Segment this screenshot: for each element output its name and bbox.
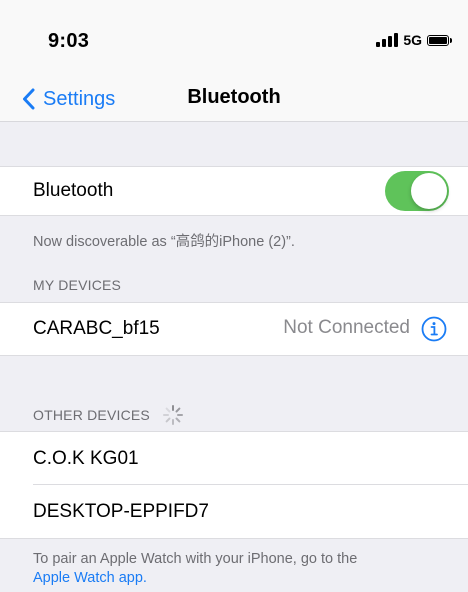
back-button[interactable]: Settings [22, 84, 115, 114]
other-devices-header: OTHER DEVICES [33, 404, 184, 426]
my-devices-header-label: MY DEVICES [33, 277, 122, 293]
device-row[interactable]: CARABC_bf15 Not Connected [0, 303, 468, 355]
loading-spinner-icon [162, 405, 183, 425]
device-name: CARABC_bf15 [33, 318, 160, 339]
network-label: 5G [403, 32, 422, 48]
device-name: DESKTOP-EPPIFD7 [33, 500, 209, 522]
apple-watch-footer: To pair an Apple Watch with your iPhone,… [33, 550, 357, 588]
info-icon[interactable] [421, 316, 447, 342]
other-devices-header-label: OTHER DEVICES [33, 407, 150, 423]
toggle-knob [411, 173, 447, 209]
battery-icon [427, 34, 452, 46]
device-row[interactable]: C.O.K KG01 [0, 432, 468, 485]
chevron-left-icon [23, 88, 35, 110]
apple-watch-link[interactable]: Apple Watch app. [33, 570, 147, 586]
status-bar: 9:03 5G [0, 0, 468, 78]
navigation-bar: Bluetooth Settings [0, 78, 468, 122]
status-indicators: 5G [376, 32, 452, 48]
bluetooth-label: Bluetooth [33, 180, 114, 201]
bluetooth-toggle-row: Bluetooth [0, 167, 468, 215]
device-row[interactable]: DESKTOP-EPPIFD7 [0, 485, 468, 538]
footer-text: To pair an Apple Watch with your iPhone,… [33, 551, 358, 567]
signal-icon [376, 33, 399, 47]
status-time: 9:03 [48, 30, 90, 52]
device-name: C.O.K KG01 [33, 447, 139, 469]
my-devices-header: MY DEVICES [33, 277, 121, 293]
bluetooth-toggle[interactable] [385, 171, 449, 211]
divider [0, 215, 468, 216]
device-status: Not Connected [283, 317, 410, 338]
divider [0, 355, 468, 356]
discoverable-text: Now discoverable as “高鸽的iPhone (2)”. [33, 234, 295, 250]
divider [0, 538, 468, 539]
back-label: Settings [43, 87, 116, 110]
